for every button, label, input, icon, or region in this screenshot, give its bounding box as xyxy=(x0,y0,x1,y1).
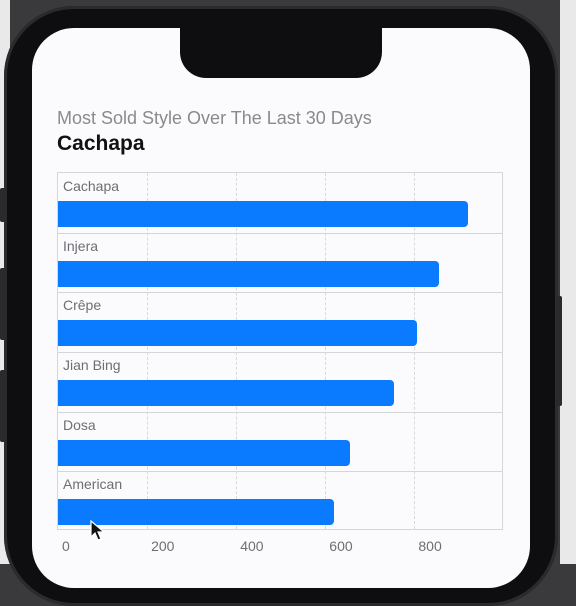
volume-down-button xyxy=(0,370,6,442)
category-label: Dosa xyxy=(63,416,96,433)
side-button xyxy=(0,188,6,222)
bar-jian-bing xyxy=(58,380,395,406)
row-divider xyxy=(58,292,502,294)
chart-subtitle: Most Sold Style Over The Last 30 Days xyxy=(57,108,372,128)
x-tick-label: 0 xyxy=(62,538,70,554)
category-label: Cachapa xyxy=(63,178,120,194)
bar-injera xyxy=(58,260,439,287)
category-label: Jian Bing xyxy=(63,357,121,373)
mouse-cursor-icon xyxy=(90,519,106,547)
chart-title: Cachapa xyxy=(57,132,145,155)
background-right xyxy=(560,0,576,564)
row-divider xyxy=(58,352,502,353)
volume-up-button xyxy=(0,268,6,340)
x-tick-label: 600 xyxy=(329,538,353,554)
power-button xyxy=(556,296,562,406)
x-tick-label: 400 xyxy=(240,538,264,554)
bar-cr-pe xyxy=(58,320,417,347)
bar-cachapa xyxy=(58,201,468,227)
row-divider xyxy=(58,411,502,413)
bar-chart: Cachapa Injera Crêpe Jian Bing Dosa American xyxy=(57,172,503,530)
phone-notch xyxy=(180,20,382,78)
category-label: Injera xyxy=(63,237,99,254)
category-label: American xyxy=(63,476,123,493)
row-divider xyxy=(58,232,502,234)
x-tick-label: 800 xyxy=(418,538,442,554)
bar-dosa xyxy=(58,439,350,466)
x-tick-label: 200 xyxy=(151,538,175,554)
row-divider xyxy=(58,471,502,473)
category-label: Crêpe xyxy=(63,297,102,314)
